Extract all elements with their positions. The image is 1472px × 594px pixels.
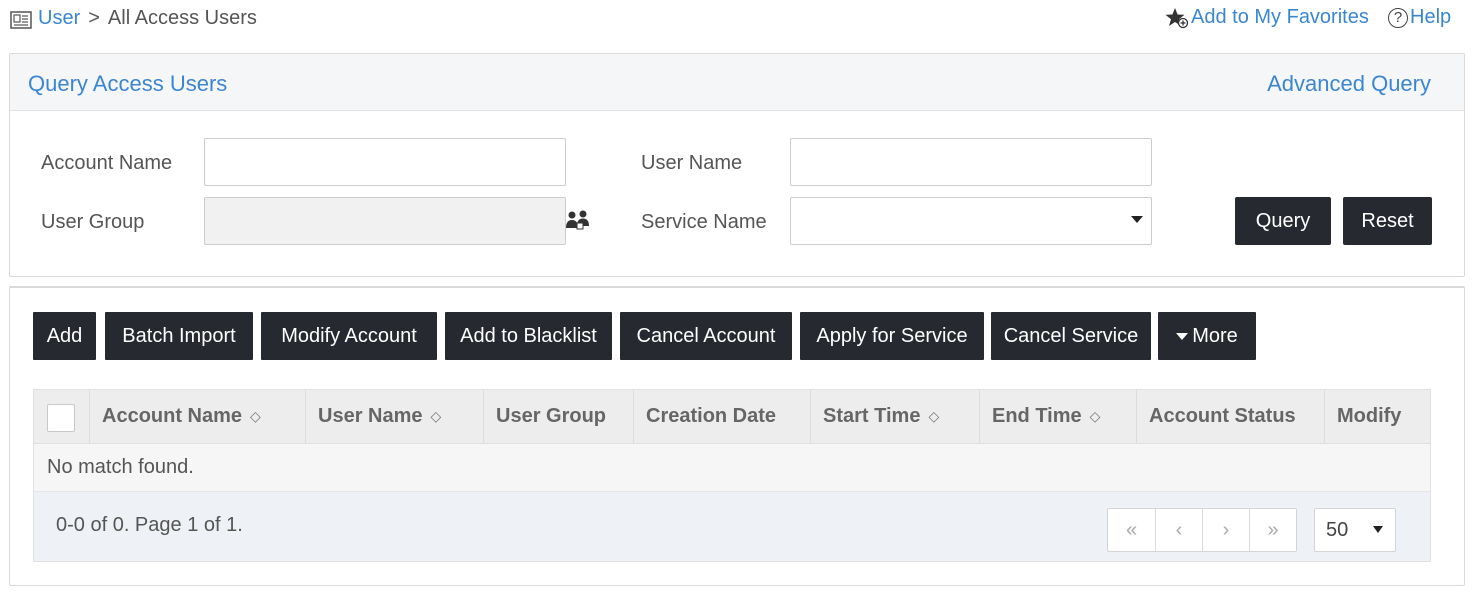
column-end-time[interactable]: End Time ◇	[979, 390, 1136, 443]
apply-for-service-button[interactable]: Apply for Service	[800, 312, 984, 360]
service-name-select[interactable]	[790, 197, 1152, 245]
add-to-favorites-link[interactable]: Add to My Favorites	[1165, 6, 1369, 29]
favorites-label: Add to My Favorites	[1191, 6, 1369, 28]
access-users-table: Account Name ◇ User Name ◇ User Group Crea…	[33, 389, 1431, 562]
column-user-group: User Group	[483, 390, 633, 443]
account-name-label: Account Name	[41, 152, 173, 174]
column-account-status: Account Status	[1136, 390, 1324, 443]
user-name-label: User Name	[641, 152, 743, 174]
question-circle-icon: ?	[1388, 7, 1408, 28]
pagination-buttons: « ‹ › »	[1107, 508, 1297, 552]
help-link[interactable]: ? Help	[1388, 6, 1451, 29]
pagination-bar: 0-0 of 0. Page 1 of 1. « ‹ › » 50	[33, 492, 1431, 562]
user-group-select-icon[interactable]	[565, 209, 591, 231]
results-panel: Add Batch Import Modify Account Add to B…	[9, 286, 1465, 586]
star-add-icon	[1165, 7, 1189, 28]
column-account-name[interactable]: Account Name ◇	[89, 390, 305, 443]
sort-icon: ◇	[250, 408, 261, 424]
column-modify: Modify	[1324, 390, 1430, 443]
breadcrumb: User > All Access Users	[38, 7, 257, 30]
user-group-input[interactable]	[204, 197, 566, 245]
query-panel-header: Query Access Users Advanced Query	[10, 54, 1464, 111]
reset-button[interactable]: Reset	[1343, 197, 1432, 245]
query-button[interactable]: Query	[1235, 197, 1331, 245]
batch-import-button[interactable]: Batch Import	[105, 312, 253, 360]
chevron-down-icon	[1131, 216, 1143, 223]
advanced-query-link[interactable]: Advanced Query	[1267, 71, 1431, 97]
first-page-button[interactable]: «	[1108, 509, 1155, 551]
top-bar: User > All Access Users Add to My Favorite…	[0, 0, 1472, 42]
select-all-checkbox[interactable]	[47, 404, 75, 432]
account-name-input[interactable]	[204, 138, 566, 186]
sort-icon: ◇	[1089, 408, 1101, 424]
last-page-button[interactable]: »	[1249, 509, 1296, 551]
more-label: More	[1192, 324, 1238, 347]
sort-icon: ◇	[928, 408, 940, 424]
service-name-label: Service Name	[641, 211, 767, 233]
more-button[interactable]: More	[1158, 312, 1256, 360]
breadcrumb-current: All Access Users	[107, 7, 257, 29]
sort-icon: ◇	[430, 408, 442, 424]
user-directory-icon	[10, 11, 32, 29]
column-creation-date: Creation Date	[633, 390, 810, 443]
chevron-down-icon	[1373, 526, 1383, 533]
add-button[interactable]: Add	[33, 312, 96, 360]
cancel-account-button[interactable]: Cancel Account	[620, 312, 792, 360]
column-start-time[interactable]: Start Time ◇	[810, 390, 979, 443]
previous-page-button[interactable]: ‹	[1155, 509, 1202, 551]
pagination-info: 0-0 of 0. Page 1 of 1.	[56, 514, 243, 536]
query-panel: Query Access Users Advanced Query Accoun…	[9, 53, 1465, 277]
breadcrumb-separator: >	[88, 7, 100, 29]
page-size-value: 50	[1326, 519, 1349, 541]
user-group-label: User Group	[41, 211, 145, 233]
caret-down-icon	[1176, 332, 1189, 340]
column-user-name[interactable]: User Name ◇	[305, 390, 483, 443]
modify-account-button[interactable]: Modify Account	[261, 312, 437, 360]
help-label: Help	[1410, 6, 1452, 28]
user-name-input[interactable]	[790, 138, 1152, 186]
next-page-button[interactable]: ›	[1202, 509, 1249, 551]
add-to-blacklist-button[interactable]: Add to Blacklist	[445, 312, 612, 360]
breadcrumb-user-link[interactable]: User	[38, 7, 80, 29]
page-size-select[interactable]: 50	[1314, 508, 1396, 552]
query-panel-title: Query Access Users	[28, 71, 228, 96]
table-header: Account Name ◇ User Name ◇ User Group Crea…	[33, 389, 1431, 444]
empty-table-message: No match found.	[33, 444, 1431, 492]
cancel-service-button[interactable]: Cancel Service	[991, 312, 1151, 360]
